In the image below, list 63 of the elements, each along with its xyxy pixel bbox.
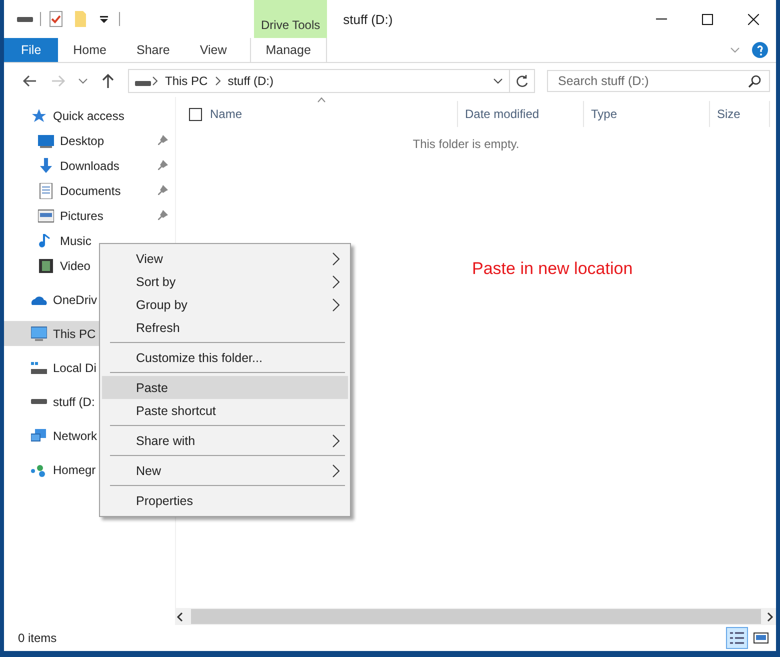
breadcrumb[interactable]: This PC	[165, 74, 208, 88]
download-arrow-icon	[38, 158, 54, 174]
ribbon-tab[interactable]: Manage	[250, 38, 327, 62]
details-view-button[interactable]	[726, 627, 748, 649]
annotation-text: Paste in new location	[472, 259, 634, 279]
picture-icon	[38, 208, 54, 224]
context-tab-group: Drive Tools	[254, 0, 328, 38]
maximize-icon	[702, 14, 712, 24]
window-title: stuff (D:)	[343, 12, 394, 26]
thumbnail-icon	[753, 630, 769, 646]
sidebar-item[interactable]: Quick access	[4, 103, 175, 128]
film-icon	[38, 258, 54, 274]
monitor-icon	[38, 132, 54, 148]
chevron-down-icon	[730, 45, 740, 55]
empty-folder-message: This folder is empty.	[412, 137, 520, 151]
sidebar-item[interactable]: Desktop	[4, 128, 175, 153]
checklist-icon	[48, 11, 64, 27]
refresh-icon	[515, 74, 529, 88]
hard-drive-icon	[31, 360, 47, 376]
hard-drive-icon	[31, 399, 47, 404]
menu-item[interactable]: Sort by	[102, 270, 348, 293]
sidebar-item[interactable]: Documents	[4, 178, 175, 203]
column-header[interactable]: Name	[176, 101, 458, 127]
chevron-right-icon	[214, 76, 222, 86]
star-icon	[31, 108, 47, 124]
arrow-left-icon	[22, 73, 38, 89]
search-field[interactable]: Search stuff (D:)	[547, 70, 770, 92]
breadcrumb[interactable]: stuff (D:)	[228, 74, 274, 88]
menu-item[interactable]: Group by	[102, 293, 348, 316]
hard-drive-icon	[135, 80, 151, 86]
arrow-right-icon	[50, 73, 66, 89]
hard-drive-icon	[17, 16, 33, 22]
menu-item[interactable]: Paste	[102, 376, 348, 399]
help-icon	[752, 42, 768, 58]
chevron-right-icon	[766, 612, 776, 622]
menu-item[interactable]: Share with	[102, 429, 348, 452]
menu-item[interactable]: Properties	[102, 489, 348, 512]
search-icon	[748, 75, 761, 88]
details-list-icon	[729, 630, 745, 646]
select-all-checkbox[interactable]	[189, 108, 202, 120]
sidebar-item[interactable]: Pictures	[4, 203, 175, 228]
item-count: 0 items	[18, 631, 57, 645]
menu-item[interactable]: New	[102, 459, 348, 482]
menu-item[interactable]: Customize this folder...	[102, 346, 348, 369]
menu-item[interactable]: Paste shortcut	[102, 399, 348, 422]
network-icon	[31, 428, 47, 444]
document-icon	[38, 182, 54, 198]
minimize-icon	[656, 18, 666, 20]
column-header[interactable]: Type	[584, 101, 710, 127]
folder-icon	[74, 11, 86, 27]
close-icon	[748, 14, 758, 24]
chevron-down-icon	[493, 76, 503, 86]
ribbon-tab[interactable]: File	[4, 38, 58, 62]
column-header[interactable]: Date modified	[458, 101, 584, 127]
arrow-up-icon	[100, 73, 116, 89]
dropdown-icon	[100, 16, 108, 22]
sidebar-item[interactable]: Downloads	[4, 153, 175, 178]
address-field[interactable]: This PC stuff (D:)	[128, 69, 535, 93]
chevron-right-icon	[151, 76, 159, 86]
chevron-down-icon	[78, 76, 88, 86]
monitor-icon	[31, 326, 47, 342]
horizontal-scrollbar[interactable]	[176, 608, 776, 625]
column-header[interactable]: Size	[710, 101, 770, 127]
